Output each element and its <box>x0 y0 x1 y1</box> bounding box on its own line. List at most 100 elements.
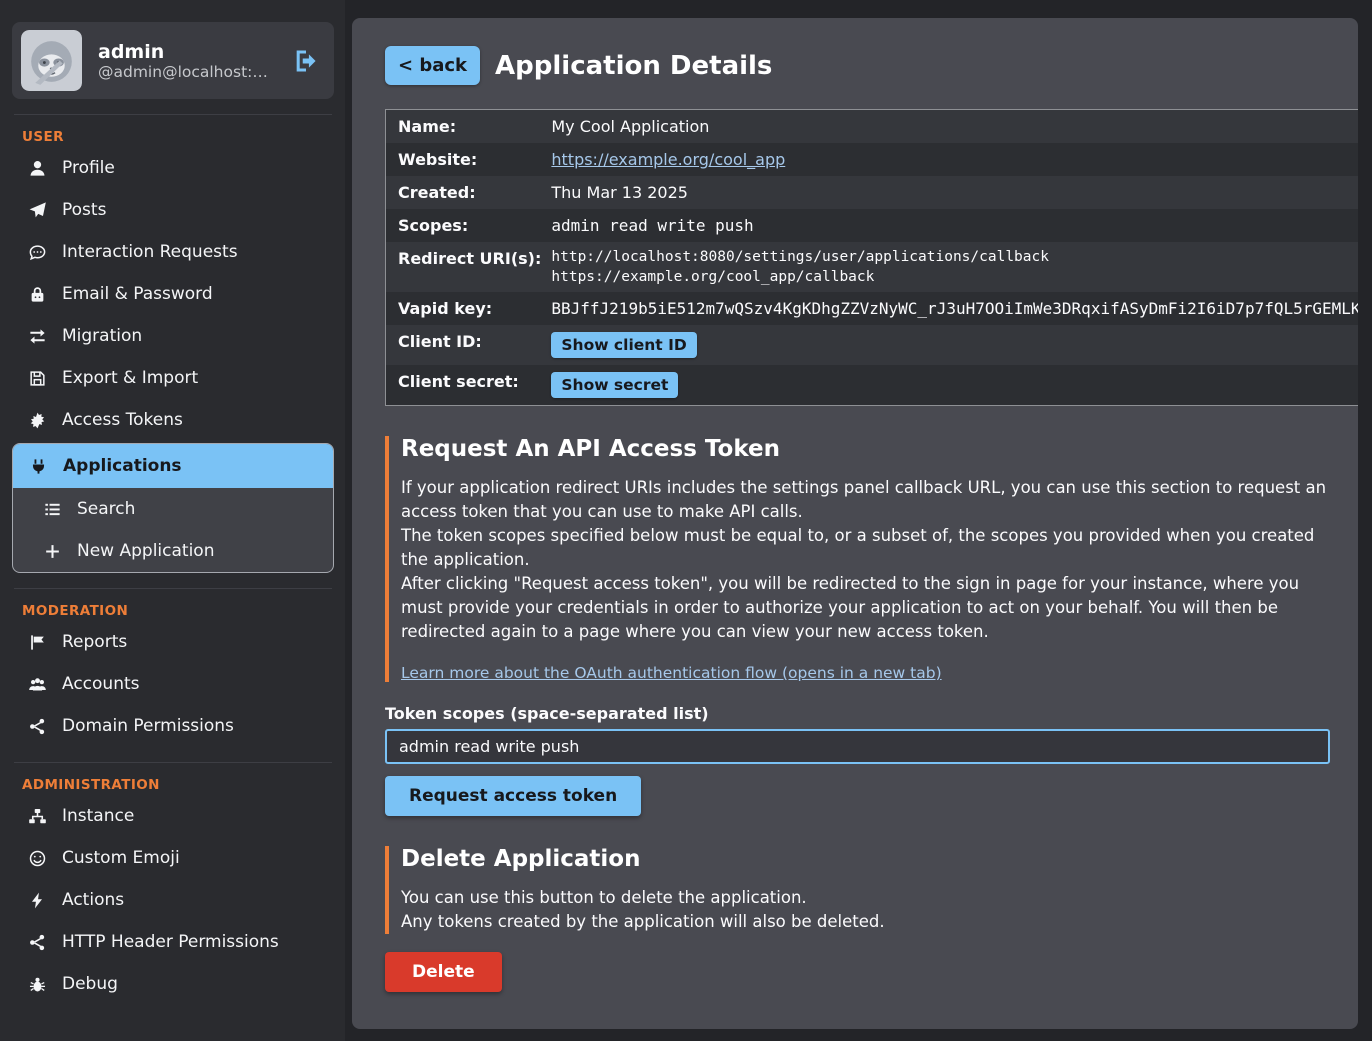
page-header: < back Application Details <box>385 46 1330 85</box>
token-scopes-label: Token scopes (space-separated list) <box>385 704 1330 723</box>
redirect-uri-2: https://example.org/cool_app/callback <box>551 269 1358 285</box>
sidebar-item-accounts[interactable]: Accounts <box>12 663 334 705</box>
users-icon <box>28 675 47 694</box>
floppy-disk-icon <box>28 369 47 388</box>
sidebar-item-label: Actions <box>62 890 124 910</box>
lock-icon <box>28 285 47 304</box>
sidebar-item-reports[interactable]: Reports <box>12 621 334 663</box>
request-access-token-button[interactable]: Request access token <box>385 776 641 816</box>
seal-icon <box>28 411 47 430</box>
row-value: BBJffJ219b5iE512m7wQSzv4KgKDhgZZVzNyWC_r… <box>551 292 1358 325</box>
row-value: My Cool Application <box>551 110 1358 144</box>
sidebar-item-http-header-permissions[interactable]: HTTP Header Permissions <box>12 921 334 963</box>
sidebar: admin @admin@localhost:80… USER Profile … <box>0 0 345 1041</box>
sidebar-divider <box>14 588 332 589</box>
sidebar-item-actions[interactable]: Actions <box>12 879 334 921</box>
section-paragraph: The token scopes specified below must be… <box>401 524 1330 572</box>
category-header-administration: ADMINISTRATION <box>22 777 334 793</box>
user-handle: @admin@localhost:80… <box>98 63 268 81</box>
share-nodes-icon <box>28 933 47 952</box>
sidebar-item-label: Interaction Requests <box>62 242 238 262</box>
row-value: Thu Mar 13 2025 <box>551 176 1358 209</box>
applications-submenu: Search New Application <box>13 488 333 572</box>
plus-icon <box>43 542 62 561</box>
sidebar-item-migration[interactable]: Migration <box>12 315 334 357</box>
sidebar-item-export-import[interactable]: Export & Import <box>12 357 334 399</box>
row-label: Name: <box>386 110 552 144</box>
sitemap-icon <box>28 807 47 826</box>
sidebar-item-email-password[interactable]: Email & Password <box>12 273 334 315</box>
website-link[interactable]: https://example.org/cool_app <box>551 150 785 169</box>
sidebar-item-posts[interactable]: Posts <box>12 189 334 231</box>
sidebar-item-profile[interactable]: Profile <box>12 147 334 189</box>
flag-icon <box>28 633 47 652</box>
exchange-icon <box>28 327 47 346</box>
sidebar-item-applications[interactable]: Applications <box>13 444 333 488</box>
row-label: Scopes: <box>386 209 552 242</box>
sidebar-item-label: Profile <box>62 158 115 178</box>
plug-icon <box>29 457 48 476</box>
section-paragraph: You can use this button to delete the ap… <box>401 886 1330 910</box>
sidebar-item-interaction-requests[interactable]: Interaction Requests <box>12 231 334 273</box>
bolt-icon <box>28 891 47 910</box>
section-title: Request An API Access Token <box>401 436 1330 462</box>
applications-group: Applications Search New Application <box>12 443 334 573</box>
sidebar-item-label: Export & Import <box>62 368 198 388</box>
show-client-id-button[interactable]: Show client ID <box>551 332 696 358</box>
table-row-redirect-uris: Redirect URI(s): http://localhost:8080/s… <box>386 242 1359 292</box>
section-paragraph: Any tokens created by the application wi… <box>401 910 1330 934</box>
sidebar-item-applications-search[interactable]: Search <box>13 488 333 530</box>
sidebar-item-new-application[interactable]: New Application <box>13 530 333 572</box>
user-card: admin @admin@localhost:80… <box>12 22 334 99</box>
row-value: admin read write push <box>551 209 1358 242</box>
row-label: Client ID: <box>386 325 552 365</box>
sidebar-item-label: Email & Password <box>62 284 213 304</box>
token-scopes-input[interactable] <box>385 729 1330 764</box>
delete-button[interactable]: Delete <box>385 952 502 992</box>
sidebar-item-label: Access Tokens <box>62 410 183 430</box>
sidebar-item-label: Custom Emoji <box>62 848 180 868</box>
sidebar-item-label: Instance <box>62 806 134 826</box>
sidebar-item-label: Posts <box>62 200 106 220</box>
application-details-table: Name: My Cool Application Website: https… <box>385 109 1358 406</box>
section-paragraph: After clicking "Request access token", y… <box>401 572 1330 644</box>
show-secret-button[interactable]: Show secret <box>551 372 678 398</box>
sign-out-icon[interactable] <box>292 47 320 75</box>
sidebar-item-label: New Application <box>77 541 214 561</box>
sidebar-divider <box>14 114 332 115</box>
sidebar-item-debug[interactable]: Debug <box>12 963 334 1005</box>
smiley-icon <box>28 849 47 868</box>
section-paragraph: If your application redirect URIs includ… <box>401 476 1330 524</box>
oauth-docs-link[interactable]: Learn more about the OAuth authenticatio… <box>401 664 942 682</box>
sidebar-item-label: Applications <box>63 456 182 476</box>
table-row-vapid-key: Vapid key: BBJffJ219b5iE512m7wQSzv4KgKDh… <box>386 292 1359 325</box>
user-meta: admin @admin@localhost:80… <box>98 41 268 81</box>
sidebar-item-label: Migration <box>62 326 142 346</box>
sidebar-item-access-tokens[interactable]: Access Tokens <box>12 399 334 441</box>
back-button[interactable]: < back <box>385 46 480 85</box>
sloth-avatar <box>21 30 82 91</box>
sidebar-item-label: Accounts <box>62 674 140 694</box>
table-row-created: Created: Thu Mar 13 2025 <box>386 176 1359 209</box>
row-label: Redirect URI(s): <box>386 242 552 292</box>
settings-app: admin @admin@localhost:80… USER Profile … <box>0 0 1372 1041</box>
sidebar-item-label: Reports <box>62 632 127 652</box>
bug-icon <box>28 975 47 994</box>
sidebar-item-custom-emoji[interactable]: Custom Emoji <box>12 837 334 879</box>
page-title: Application Details <box>495 51 772 81</box>
user-name: admin <box>98 41 268 63</box>
user-icon <box>28 159 47 178</box>
main-wrap: < back Application Details Name: My Cool… <box>345 0 1372 1041</box>
row-label: Client secret: <box>386 365 552 406</box>
sidebar-item-label: HTTP Header Permissions <box>62 932 279 952</box>
redirect-uri-1: http://localhost:8080/settings/user/appl… <box>551 249 1358 265</box>
main-panel: < back Application Details Name: My Cool… <box>352 18 1358 1029</box>
table-row-client-secret: Client secret: Show secret <box>386 365 1359 406</box>
delete-accent-block: Delete Application You can use this butt… <box>385 846 1330 934</box>
request-token-accent-block: Request An API Access Token If your appl… <box>385 436 1330 682</box>
sidebar-item-instance[interactable]: Instance <box>12 795 334 837</box>
table-row-client-id: Client ID: Show client ID <box>386 325 1359 365</box>
sidebar-item-domain-permissions[interactable]: Domain Permissions <box>12 705 334 747</box>
row-label: Vapid key: <box>386 292 552 325</box>
category-header-user: USER <box>22 129 334 145</box>
